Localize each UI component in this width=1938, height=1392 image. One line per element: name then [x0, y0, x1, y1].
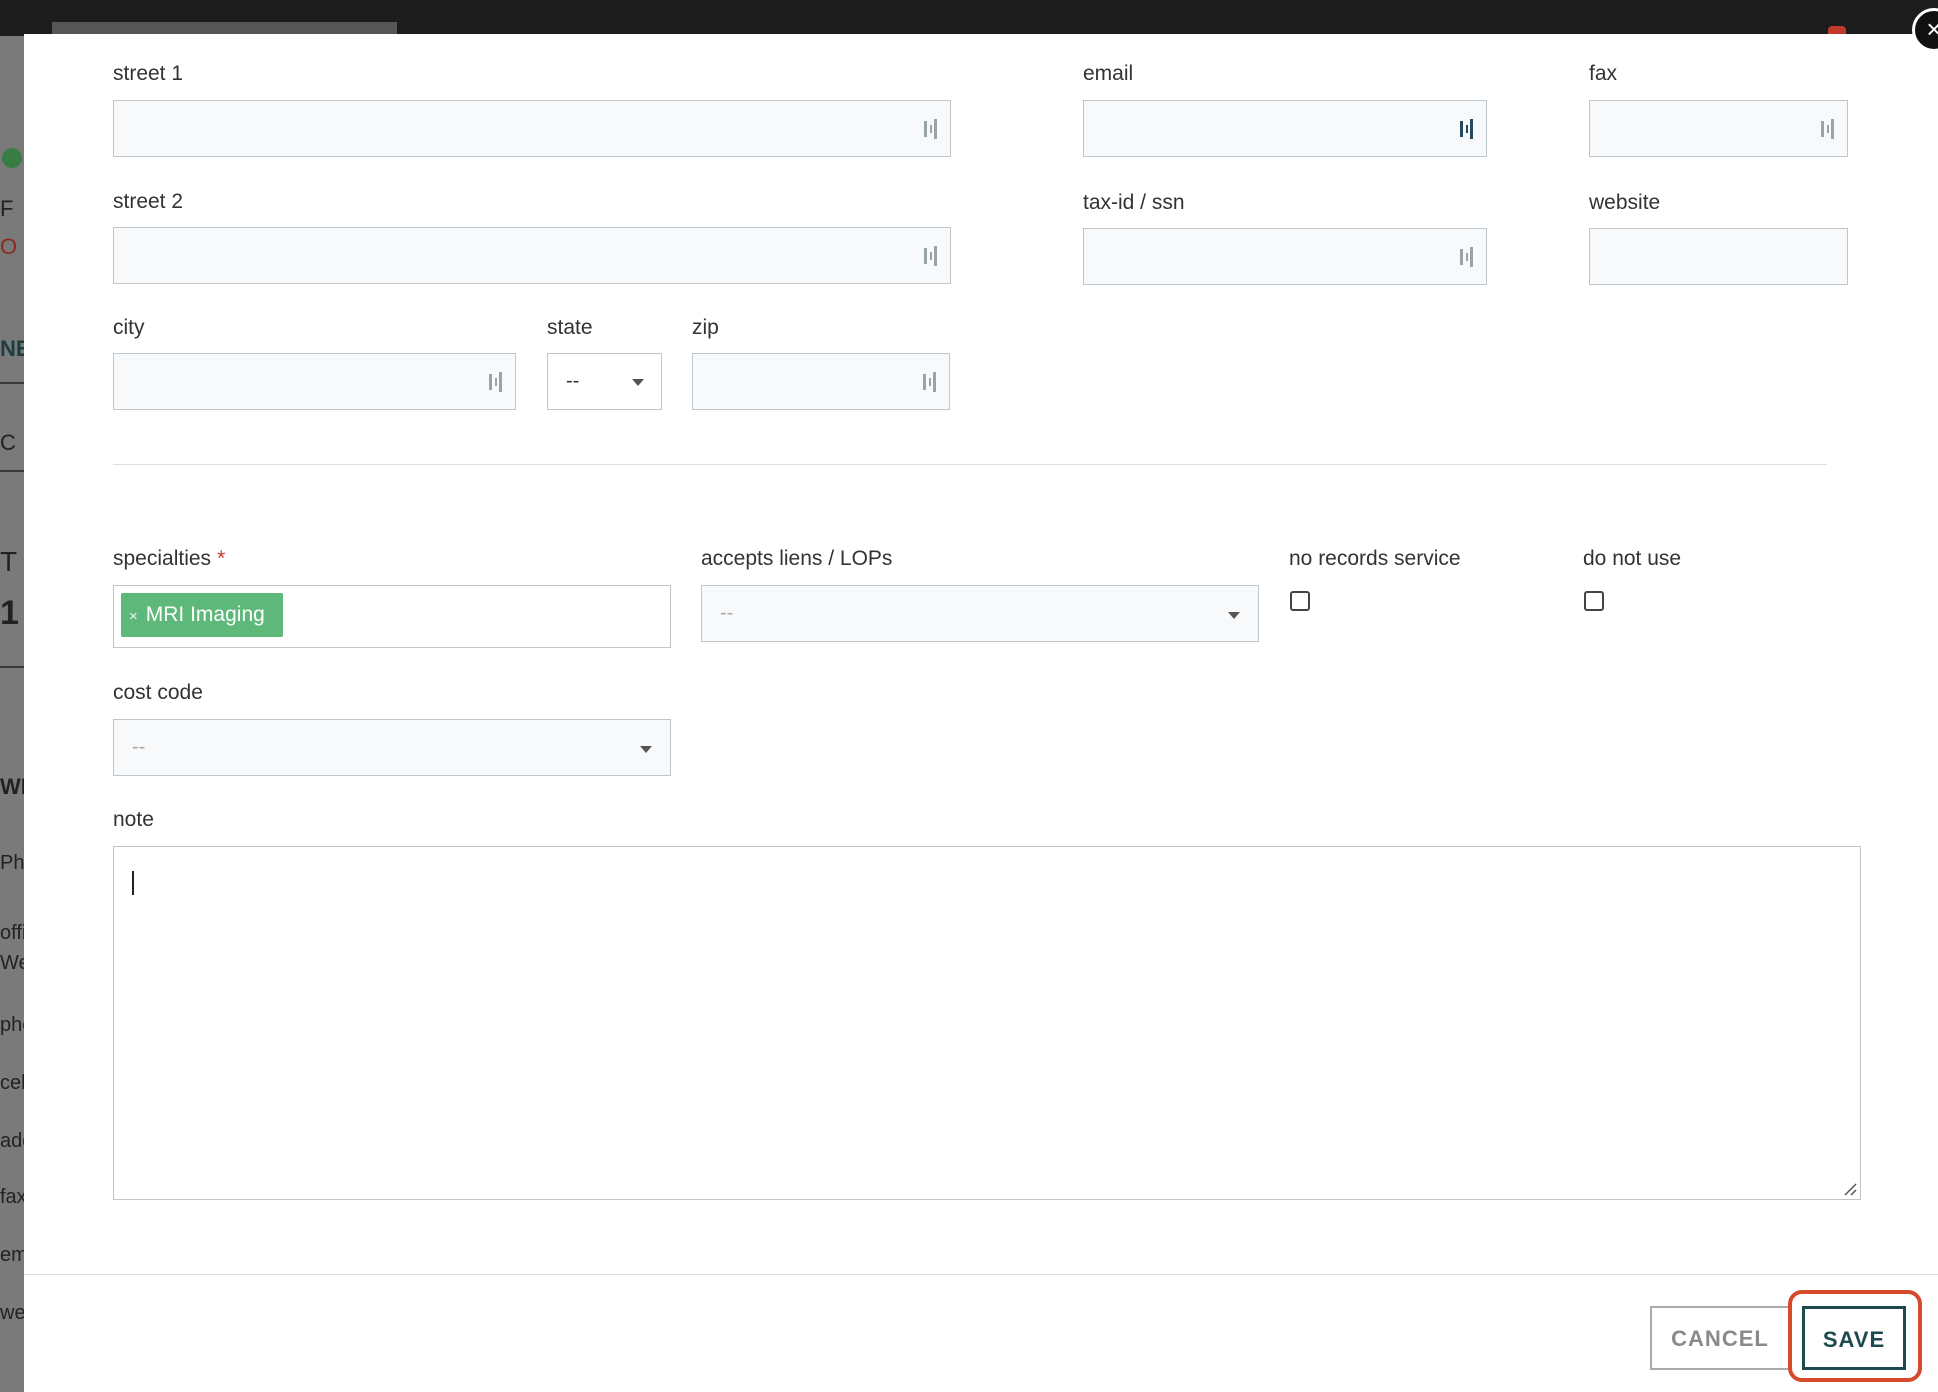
- remove-tag-icon[interactable]: ×: [129, 608, 138, 625]
- city-label: city: [113, 316, 145, 339]
- resize-handle-icon[interactable]: [1843, 1182, 1857, 1196]
- specialty-tag: × MRI Imaging: [121, 593, 283, 637]
- state-select[interactable]: --: [547, 353, 662, 410]
- background-text: add: [0, 1130, 24, 1152]
- specialties-label: specialties *: [113, 547, 225, 571]
- background-divider: [0, 666, 24, 668]
- status-dot-icon: [2, 148, 22, 168]
- background-text: cel: [0, 1072, 24, 1094]
- accepts-liens-label: accepts liens / LOPs: [701, 547, 893, 570]
- taxid-input[interactable]: [1083, 228, 1487, 285]
- edit-contact-modal: street 1 email fax street 2 tax-id / ssn…: [24, 34, 1938, 1392]
- background-text: WI: [0, 774, 24, 799]
- cancel-button[interactable]: CANCEL: [1650, 1306, 1790, 1370]
- autofill-icon: [1821, 119, 1837, 139]
- background-text: 1: [0, 594, 19, 632]
- note-textarea[interactable]: [113, 846, 1861, 1200]
- street1-label: street 1: [113, 62, 184, 85]
- fax-label: fax: [1589, 62, 1618, 85]
- no-records-service-checkbox[interactable]: [1290, 591, 1310, 611]
- taxid-label: tax-id / ssn: [1083, 191, 1185, 214]
- section-divider: [113, 464, 1827, 465]
- autofill-icon: [923, 372, 939, 392]
- email-input[interactable]: [1083, 100, 1487, 157]
- website-input[interactable]: [1589, 228, 1848, 285]
- zip-input[interactable]: [692, 353, 950, 410]
- background-top-bar: [0, 0, 1938, 64]
- do-not-use-label: do not use: [1583, 547, 1682, 570]
- city-input[interactable]: [113, 353, 516, 410]
- background-left-strip: F O NE C T 1 WI Phy offi We pho cel add …: [0, 36, 24, 1392]
- specialties-label-text: specialties: [113, 547, 212, 570]
- save-button-highlight: [1788, 1290, 1922, 1382]
- street2-input[interactable]: [113, 227, 951, 284]
- cost-code-label: cost code: [113, 681, 203, 704]
- chevron-down-icon: [632, 379, 644, 386]
- background-text: T: [0, 546, 18, 577]
- background-text: We: [0, 952, 24, 974]
- text-cursor: [132, 871, 134, 895]
- background-text: F: [0, 196, 14, 221]
- accepts-liens-select[interactable]: --: [701, 585, 1259, 642]
- chevron-down-icon: [640, 746, 652, 753]
- background-text: pho: [0, 1014, 24, 1036]
- cost-code-value: --: [132, 736, 146, 758]
- zip-label: zip: [692, 316, 719, 339]
- state-label: state: [547, 316, 593, 339]
- chevron-down-icon: [1228, 612, 1240, 619]
- background-text: C: [0, 430, 16, 455]
- background-text: fax: [0, 1186, 24, 1208]
- website-label: website: [1589, 191, 1661, 214]
- accepts-liens-value: --: [720, 602, 734, 624]
- note-label: note: [113, 808, 154, 831]
- specialties-multiselect[interactable]: × MRI Imaging: [113, 585, 671, 648]
- do-not-use-checkbox[interactable]: [1584, 591, 1604, 611]
- autofill-icon: [1460, 247, 1476, 267]
- background-text: offi: [0, 922, 24, 944]
- autofill-icon: [924, 119, 940, 139]
- background-text: Phy: [0, 852, 24, 874]
- street1-input[interactable]: [113, 100, 951, 157]
- no-records-service-label: no records service: [1289, 547, 1461, 570]
- autofill-icon: [924, 246, 940, 266]
- background-divider: [0, 470, 24, 472]
- state-value: --: [566, 370, 580, 392]
- background-text: O: [0, 234, 18, 259]
- fax-input[interactable]: [1589, 100, 1848, 157]
- autofill-icon: [1460, 119, 1476, 139]
- required-mark: *: [217, 547, 226, 570]
- autofill-icon: [489, 372, 505, 392]
- background-divider: [0, 382, 24, 384]
- background-text: we: [0, 1302, 24, 1324]
- background-text: em: [0, 1244, 24, 1266]
- email-label: email: [1083, 62, 1134, 85]
- footer-divider: [24, 1274, 1938, 1275]
- cost-code-select[interactable]: --: [113, 719, 671, 776]
- background-text: NE: [0, 336, 24, 361]
- specialty-tag-label: MRI Imaging: [145, 603, 265, 626]
- street2-label: street 2: [113, 190, 184, 213]
